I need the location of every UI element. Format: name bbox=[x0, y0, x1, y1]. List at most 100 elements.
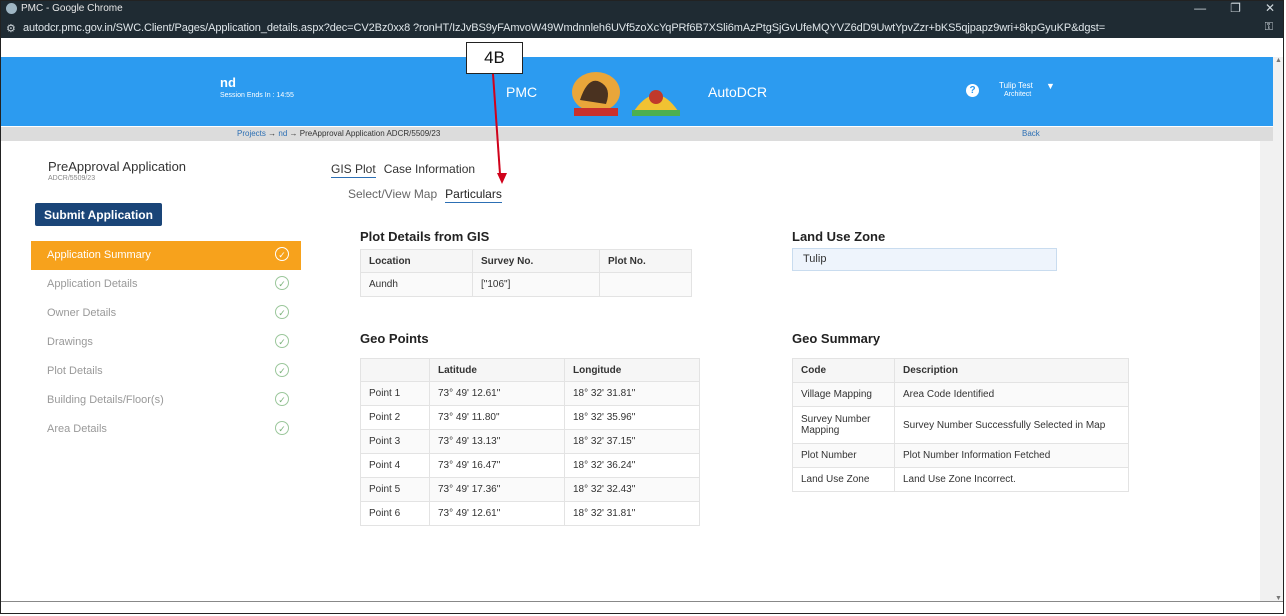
breadcrumb-current: PreApproval Application ADCR/5509/23 bbox=[299, 129, 441, 138]
site-info-icon[interactable]: ⚙ bbox=[6, 22, 16, 35]
check-circle-icon: ✓ bbox=[275, 305, 289, 319]
table-cell bbox=[599, 272, 692, 297]
table-cell: Point 6 bbox=[360, 501, 430, 526]
user-name[interactable]: Tulip Test bbox=[999, 81, 1033, 90]
sidebar: PreApproval Application ADCR/5509/23 Sub… bbox=[1, 141, 315, 602]
url-text[interactable]: autodcr.pmc.gov.in/SWC.Client/Pages/Appl… bbox=[23, 22, 1248, 34]
table-cell: Point 3 bbox=[360, 429, 430, 454]
page-scrollbar[interactable]: ▲ ▼ bbox=[1273, 57, 1283, 602]
table-cell: Point 1 bbox=[360, 381, 430, 406]
restore-icon[interactable]: ❐ bbox=[1230, 1, 1241, 15]
sidebar-item-label: Application Details bbox=[47, 278, 138, 290]
header-user-short: nd bbox=[220, 75, 236, 90]
table-cell: Village Mapping bbox=[792, 382, 895, 407]
table-header-row: Code Description bbox=[792, 358, 1129, 383]
table-cell: Point 2 bbox=[360, 405, 430, 430]
breadcrumb-projects[interactable]: Projects bbox=[237, 129, 266, 138]
chrome-icon bbox=[6, 3, 17, 14]
sidebar-item-area-details[interactable]: Area Details ✓ bbox=[31, 415, 301, 444]
session-timer: Session Ends In : 14:55 bbox=[220, 92, 294, 99]
table-row: Point 6 73° 49' 12.61" 18° 32' 31.81" bbox=[360, 501, 700, 526]
table-cell: 73° 49' 11.80" bbox=[429, 405, 565, 430]
close-icon[interactable]: ✕ bbox=[1265, 1, 1275, 15]
sidebar-item-plot-details[interactable]: Plot Details ✓ bbox=[31, 357, 301, 386]
password-key-icon[interactable]: ⚿ bbox=[1265, 21, 1273, 34]
table-cell: 18° 32' 35.96" bbox=[564, 405, 700, 430]
sidebar-item-drawings[interactable]: Drawings ✓ bbox=[31, 328, 301, 357]
annotation-callout: 4B bbox=[466, 42, 523, 74]
land-use-zone-value: Tulip bbox=[792, 248, 1057, 271]
brand-autodcr: AutoDCR bbox=[708, 84, 768, 100]
chevron-down-icon[interactable]: ▼ bbox=[1046, 81, 1055, 91]
subtab-particulars[interactable]: Particulars bbox=[445, 187, 502, 203]
table-cell: Survey Number Successfully Selected in M… bbox=[894, 406, 1129, 444]
tab-gis-plot[interactable]: GIS Plot bbox=[331, 162, 376, 178]
breadcrumb-separator: → bbox=[268, 129, 277, 138]
city-emblem-icon bbox=[632, 90, 680, 116]
table-cell: Area Code Identified bbox=[894, 382, 1129, 407]
back-link[interactable]: Back bbox=[1022, 129, 1040, 138]
breadcrumb: Projects → nd → PreApproval Application … bbox=[1, 127, 1273, 141]
secondary-tabs: Select/View Map Particulars bbox=[348, 187, 510, 203]
subtab-select-view-map[interactable]: Select/View Map bbox=[348, 187, 437, 201]
table-cell: 73° 49' 16.47" bbox=[429, 453, 565, 478]
table-cell: 18° 32' 31.81" bbox=[564, 501, 700, 526]
scroll-up-icon[interactable]: ▲ bbox=[1275, 57, 1282, 64]
main-area: GIS Plot Case Information Select/View Map… bbox=[315, 141, 1273, 602]
minimize-icon[interactable]: — bbox=[1194, 1, 1206, 15]
table-row: Point 1 73° 49' 12.61" 18° 32' 31.81" bbox=[360, 381, 700, 406]
user-role: Architect bbox=[1004, 91, 1032, 98]
sidebar-item-label: Building Details/Floor(s) bbox=[47, 394, 164, 406]
table-row: Land Use Zone Land Use Zone Incorrect. bbox=[792, 467, 1129, 492]
check-circle-icon: ✓ bbox=[275, 247, 289, 261]
breadcrumb-trail: Projects → nd → PreApproval Application … bbox=[237, 129, 440, 138]
column-header: Code bbox=[792, 358, 895, 383]
table-cell: Land Use Zone Incorrect. bbox=[894, 467, 1129, 492]
sidebar-item-application-details[interactable]: Application Details ✓ bbox=[31, 270, 301, 299]
content-panel: GIS Plot Case Information Select/View Map… bbox=[315, 141, 1260, 602]
sidebar-item-label: Plot Details bbox=[47, 365, 103, 377]
check-circle-icon: ✓ bbox=[275, 334, 289, 348]
tab-case-information[interactable]: Case Information bbox=[384, 162, 475, 176]
help-icon[interactable]: ? bbox=[966, 84, 979, 97]
table-row: Point 5 73° 49' 17.36" 18° 32' 32.43" bbox=[360, 477, 700, 502]
table-cell: 18° 32' 32.43" bbox=[564, 477, 700, 502]
table-cell: 73° 49' 12.61" bbox=[429, 501, 565, 526]
address-bar[interactable]: ⚙ autodcr.pmc.gov.in/SWC.Client/Pages/Ap… bbox=[1, 18, 1283, 38]
column-header: Latitude bbox=[429, 358, 565, 382]
table-cell: 18° 32' 31.81" bbox=[564, 381, 700, 406]
window-title: PMC - Google Chrome bbox=[21, 3, 123, 14]
app-header: nd Session Ends In : 14:55 PMC AutoDCR ?… bbox=[1, 57, 1273, 126]
table-cell: Point 4 bbox=[360, 453, 430, 478]
annotation-arrow-head bbox=[497, 173, 507, 184]
browser-window: PMC - Google Chrome — ❐ ✕ ⚙ autodcr.pmc.… bbox=[0, 0, 1284, 614]
window-titlebar: PMC - Google Chrome — ❐ ✕ bbox=[1, 1, 1283, 18]
sidebar-item-owner-details[interactable]: Owner Details ✓ bbox=[31, 299, 301, 328]
breadcrumb-separator: → bbox=[289, 129, 298, 138]
table-cell: 73° 49' 13.13" bbox=[429, 429, 565, 454]
table-cell: Plot Number bbox=[792, 443, 895, 468]
geo-points-title: Geo Points bbox=[360, 331, 429, 346]
table-row: Aundh ["106"] bbox=[360, 272, 692, 297]
check-circle-icon: ✓ bbox=[275, 421, 289, 435]
submit-application-button[interactable]: Submit Application bbox=[35, 203, 162, 226]
table-cell: 73° 49' 17.36" bbox=[429, 477, 565, 502]
window-bottom-edge bbox=[1, 601, 1283, 602]
table-cell: 18° 32' 36.24" bbox=[564, 453, 700, 478]
application-title: PreApproval Application bbox=[48, 159, 187, 174]
breadcrumb-project[interactable]: nd bbox=[278, 129, 287, 138]
column-header: Longitude bbox=[564, 358, 700, 382]
table-row: Plot Number Plot Number Information Fetch… bbox=[792, 443, 1129, 468]
sidebar-item-label: Area Details bbox=[47, 423, 107, 435]
sidebar-item-label: Application Summary bbox=[47, 249, 151, 261]
window-controls: — ❐ ✕ bbox=[1194, 1, 1275, 15]
geo-summary-title: Geo Summary bbox=[792, 331, 881, 346]
table-cell: 18° 32' 37.15" bbox=[564, 429, 700, 454]
table-row: Point 2 73° 49' 11.80" 18° 32' 35.96" bbox=[360, 405, 700, 430]
sidebar-item-label: Owner Details bbox=[47, 307, 117, 319]
table-cell: Plot Number Information Fetched bbox=[894, 443, 1129, 468]
table-row: Survey Number Mapping Survey Number Succe… bbox=[792, 406, 1129, 444]
table-header-row: Latitude Longitude bbox=[360, 358, 700, 382]
sidebar-item-building-details-floor-s[interactable]: Building Details/Floor(s) ✓ bbox=[31, 386, 301, 415]
sidebar-item-application-summary[interactable]: Application Summary ✓ bbox=[31, 241, 301, 270]
